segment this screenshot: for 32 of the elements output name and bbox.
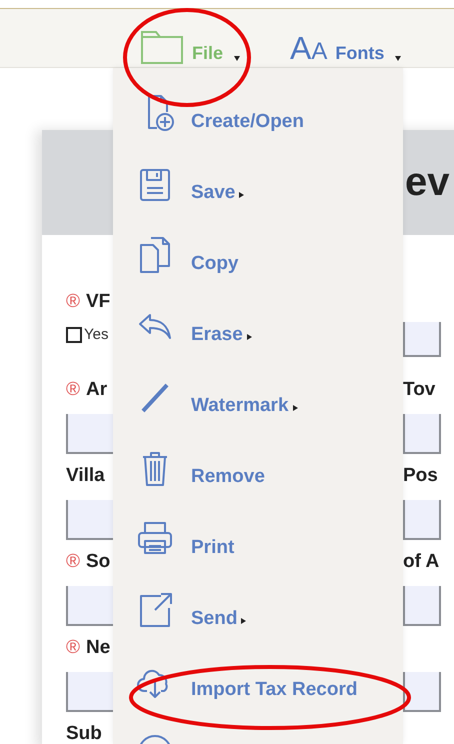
field-label: So bbox=[86, 551, 110, 573]
checkbox-label: Yes bbox=[84, 326, 108, 343]
field-label: Sub bbox=[66, 723, 102, 744]
field-label: Ar bbox=[86, 379, 108, 401]
menu-item[interactable]: Copy bbox=[135, 235, 238, 306]
field-label: of A bbox=[403, 551, 440, 573]
menu-item[interactable]: Remove bbox=[135, 448, 265, 519]
checkbox[interactable] bbox=[66, 326, 82, 342]
required-mark: ® bbox=[66, 551, 80, 573]
field-label: Pos bbox=[403, 465, 438, 487]
menu-item[interactable]: Print bbox=[135, 519, 234, 590]
form-title: ev bbox=[405, 160, 450, 205]
menu-item[interactable]: Watermark bbox=[135, 377, 298, 448]
field-label: Tov bbox=[403, 379, 436, 401]
required-mark: ® bbox=[66, 637, 80, 659]
input-field[interactable] bbox=[403, 672, 441, 712]
menu-item[interactable]: Erase bbox=[135, 306, 252, 377]
input-field[interactable] bbox=[403, 586, 441, 626]
menu-item[interactable]: Import Tax Record bbox=[135, 661, 358, 732]
input-field[interactable] bbox=[403, 322, 441, 357]
required-mark: ® bbox=[66, 291, 80, 313]
required-mark: ® bbox=[66, 379, 80, 401]
field-label: Ne bbox=[86, 637, 110, 659]
menu-item[interactable]: Create/Open bbox=[135, 93, 304, 164]
menu-button[interactable]: AA Fonts bbox=[290, 32, 402, 64]
input-field[interactable] bbox=[403, 414, 441, 454]
menu-item[interactable]: Send bbox=[135, 590, 246, 661]
field-label: VF bbox=[86, 291, 110, 313]
input-field[interactable] bbox=[403, 500, 441, 540]
menu-item[interactable]: Save bbox=[135, 164, 244, 235]
font-size-icon: AA bbox=[290, 32, 328, 64]
field-label: Villa bbox=[66, 465, 105, 487]
